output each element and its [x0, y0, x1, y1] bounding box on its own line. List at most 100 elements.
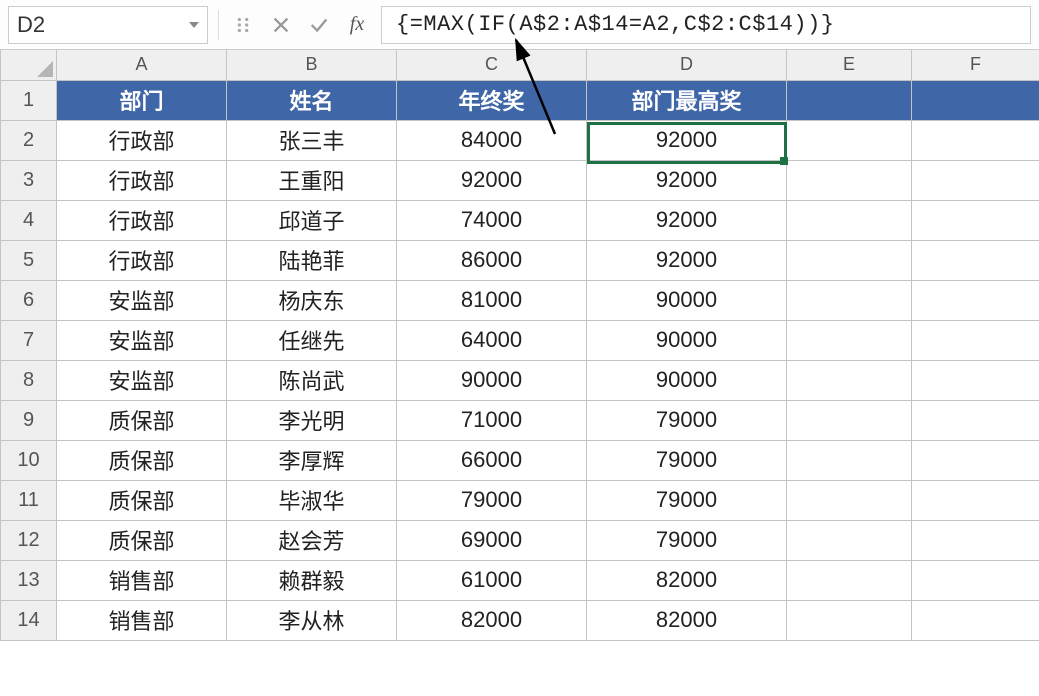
cell[interactable]: 行政部: [57, 200, 227, 240]
cell[interactable]: 陈尚武: [227, 360, 397, 400]
cell[interactable]: 安监部: [57, 280, 227, 320]
cell[interactable]: 质保部: [57, 480, 227, 520]
header-cell[interactable]: 部门最高奖: [587, 80, 787, 120]
cell[interactable]: [787, 160, 912, 200]
cell[interactable]: 92000: [397, 160, 587, 200]
cell[interactable]: 86000: [397, 240, 587, 280]
cell[interactable]: [787, 240, 912, 280]
confirm-icon[interactable]: [305, 11, 333, 39]
cell[interactable]: [912, 600, 1039, 640]
cell[interactable]: 79000: [397, 480, 587, 520]
row-header[interactable]: 3: [1, 160, 57, 200]
col-header-D[interactable]: D: [587, 50, 787, 80]
cell[interactable]: [912, 120, 1039, 160]
row-header[interactable]: 5: [1, 240, 57, 280]
cell[interactable]: 张三丰: [227, 120, 397, 160]
cell[interactable]: 92000: [587, 160, 787, 200]
cell[interactable]: 79000: [587, 520, 787, 560]
cell[interactable]: 81000: [397, 280, 587, 320]
cell[interactable]: [912, 560, 1039, 600]
cell[interactable]: 82000: [587, 560, 787, 600]
cell[interactable]: [787, 280, 912, 320]
cell[interactable]: 李厚辉: [227, 440, 397, 480]
cell[interactable]: 销售部: [57, 600, 227, 640]
cell[interactable]: 行政部: [57, 240, 227, 280]
cell[interactable]: [912, 480, 1039, 520]
cell[interactable]: 销售部: [57, 560, 227, 600]
header-cell[interactable]: 部门: [57, 80, 227, 120]
col-header-E[interactable]: E: [787, 50, 912, 80]
row-header[interactable]: 10: [1, 440, 57, 480]
cell[interactable]: 质保部: [57, 520, 227, 560]
cell[interactable]: 79000: [587, 400, 787, 440]
sheet-table[interactable]: A B C D E F 1 部门 姓名 年终奖 部门最高奖 2 行政部 张三丰 …: [0, 50, 1039, 641]
row-header[interactable]: 11: [1, 480, 57, 520]
row-header[interactable]: 13: [1, 560, 57, 600]
drag-handle-icon[interactable]: [229, 11, 257, 39]
header-cell[interactable]: 年终奖: [397, 80, 587, 120]
row-header[interactable]: 12: [1, 520, 57, 560]
row-header[interactable]: 6: [1, 280, 57, 320]
cell[interactable]: 64000: [397, 320, 587, 360]
row-header[interactable]: 7: [1, 320, 57, 360]
cell[interactable]: [912, 360, 1039, 400]
cell[interactable]: [912, 320, 1039, 360]
cell[interactable]: [787, 120, 912, 160]
cell[interactable]: 杨庆东: [227, 280, 397, 320]
header-cell[interactable]: 姓名: [227, 80, 397, 120]
col-header-C[interactable]: C: [397, 50, 587, 80]
cell[interactable]: 赵会芳: [227, 520, 397, 560]
cell[interactable]: 74000: [397, 200, 587, 240]
cancel-icon[interactable]: [267, 11, 295, 39]
row-header[interactable]: 8: [1, 360, 57, 400]
cell[interactable]: 69000: [397, 520, 587, 560]
cell[interactable]: 79000: [587, 440, 787, 480]
cell[interactable]: 82000: [587, 600, 787, 640]
cell[interactable]: 赖群毅: [227, 560, 397, 600]
cell[interactable]: 毕淑华: [227, 480, 397, 520]
row-header[interactable]: 9: [1, 400, 57, 440]
selected-cell[interactable]: 92000: [587, 120, 787, 160]
cell[interactable]: [912, 520, 1039, 560]
cell[interactable]: 90000: [397, 360, 587, 400]
cell[interactable]: 90000: [587, 320, 787, 360]
formula-input[interactable]: {=MAX(IF(A$2:A$14=A2,C$2:C$14))}: [381, 6, 1031, 44]
cell[interactable]: 王重阳: [227, 160, 397, 200]
row-header[interactable]: 4: [1, 200, 57, 240]
cell[interactable]: 安监部: [57, 360, 227, 400]
cell[interactable]: 71000: [397, 400, 587, 440]
cell[interactable]: [912, 160, 1039, 200]
cell[interactable]: 92000: [587, 200, 787, 240]
col-header-A[interactable]: A: [57, 50, 227, 80]
row-header[interactable]: 1: [1, 80, 57, 120]
cell[interactable]: [912, 240, 1039, 280]
col-header-B[interactable]: B: [227, 50, 397, 80]
cell[interactable]: [787, 360, 912, 400]
cell[interactable]: 质保部: [57, 400, 227, 440]
cell[interactable]: [787, 520, 912, 560]
cell[interactable]: 92000: [587, 240, 787, 280]
cell[interactable]: [787, 480, 912, 520]
cell[interactable]: [912, 80, 1039, 120]
cell[interactable]: 66000: [397, 440, 587, 480]
cell[interactable]: 84000: [397, 120, 587, 160]
name-box[interactable]: D2: [8, 6, 208, 44]
cell[interactable]: 质保部: [57, 440, 227, 480]
dropdown-icon[interactable]: [189, 22, 199, 28]
cell[interactable]: [787, 400, 912, 440]
cell[interactable]: 行政部: [57, 160, 227, 200]
cell[interactable]: [787, 440, 912, 480]
cell[interactable]: 90000: [587, 280, 787, 320]
cell[interactable]: 90000: [587, 360, 787, 400]
cell[interactable]: [787, 320, 912, 360]
cell[interactable]: [787, 80, 912, 120]
cell[interactable]: [787, 200, 912, 240]
cell[interactable]: [787, 600, 912, 640]
cell[interactable]: 李从林: [227, 600, 397, 640]
cell[interactable]: 行政部: [57, 120, 227, 160]
cell[interactable]: 安监部: [57, 320, 227, 360]
cell[interactable]: 61000: [397, 560, 587, 600]
fx-icon[interactable]: fx: [343, 11, 371, 39]
cell[interactable]: 邱道子: [227, 200, 397, 240]
cell[interactable]: [787, 560, 912, 600]
